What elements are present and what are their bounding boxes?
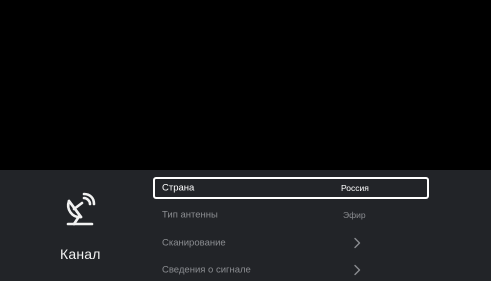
category-title: Канал: [60, 246, 101, 262]
menu-item-scanning[interactable]: Сканирование: [153, 232, 429, 254]
chevron-right-icon: [354, 264, 361, 276]
menu-item-country[interactable]: Страна Россия: [153, 177, 429, 199]
satellite-dish-icon: [66, 192, 96, 226]
menu-item-value: Эфир: [343, 210, 366, 220]
chevron-right-icon: [354, 237, 361, 249]
menu-item-signal-info[interactable]: Сведения о сигнале: [153, 259, 429, 281]
category-sidebar: Канал: [0, 170, 148, 281]
settings-panel: Канал Страна Россия Тип антенны Эфир Ска…: [0, 170, 491, 281]
menu-item-label: Сканирование: [162, 237, 226, 249]
menu-item-value: Россия: [341, 183, 369, 193]
menu-item-antenna-type[interactable]: Тип антенны Эфир: [153, 204, 429, 226]
menu-item-label: Страна: [162, 182, 195, 194]
menu-item-label: Сведения о сигнале: [162, 264, 251, 276]
tv-screen: Канал Страна Россия Тип антенны Эфир Ска…: [0, 0, 491, 281]
menu-item-label: Тип антенны: [162, 209, 218, 221]
